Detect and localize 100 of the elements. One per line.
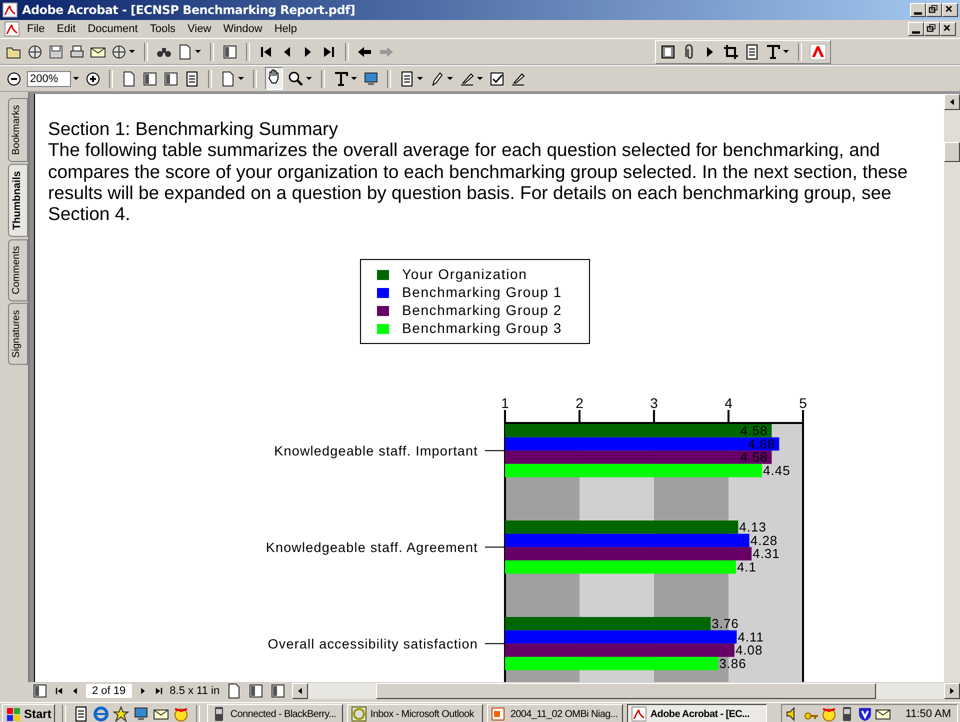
- taskbar-button[interactable]: Adobe Acrobat - [EC...: [627, 704, 768, 722]
- continuous-page-icon[interactable]: [248, 683, 264, 699]
- facing-pages-icon[interactable]: [270, 683, 286, 699]
- menu-item[interactable]: Tools: [144, 23, 181, 35]
- rotate-page-icon[interactable]: [220, 70, 236, 86]
- data-label: 4.1: [736, 560, 757, 575]
- category-label: Knowledgeable staff. Important: [274, 444, 478, 460]
- close-button[interactable]: [942, 3, 958, 17]
- magnifier-icon[interactable]: [288, 70, 304, 86]
- scroll-right-button[interactable]: [944, 683, 960, 699]
- data-label: 3.76: [712, 616, 739, 632]
- shield-icon[interactable]: [857, 706, 874, 722]
- side-tab[interactable]: Signatures: [8, 303, 28, 366]
- side-tab[interactable]: Comments: [8, 238, 28, 302]
- axis-tick-label: 2: [576, 395, 584, 412]
- menu-item[interactable]: Help: [269, 23, 302, 35]
- data-label: 4.28: [750, 533, 778, 548]
- pen-icon[interactable]: [459, 70, 475, 86]
- globe-icon[interactable]: [111, 44, 127, 60]
- restore-button[interactable]: [926, 3, 942, 17]
- note-icon[interactable]: [399, 70, 415, 86]
- browser-icon[interactable]: [93, 706, 110, 722]
- menu-item[interactable]: File: [22, 23, 50, 35]
- side-tab[interactable]: Bookmarks: [8, 98, 28, 162]
- scrollbar-thumb[interactable]: [944, 142, 960, 162]
- last-page-icon[interactable]: [154, 686, 164, 696]
- adobe-logo-icon[interactable]: [810, 44, 826, 60]
- data-label: 4.08: [735, 643, 763, 658]
- page-icon[interactable]: [184, 70, 200, 86]
- data-label: 4.58: [740, 423, 768, 438]
- crop-icon[interactable]: [723, 44, 739, 60]
- acrobat-logo-icon: [2, 2, 18, 18]
- start-button[interactable]: Start: [2, 704, 56, 722]
- panel-icon[interactable]: [222, 44, 238, 60]
- data-label: 4.45: [763, 463, 790, 478]
- minimize-button[interactable]: [910, 3, 926, 17]
- clock: 11:50 AM: [905, 708, 951, 720]
- minimize-icon: [912, 30, 920, 34]
- restore-button[interactable]: [924, 22, 940, 36]
- axis-tick: [484, 547, 506, 548]
- axis-tick: [484, 644, 506, 645]
- data-label: 4.68: [748, 436, 776, 452]
- menu-item[interactable]: View: [182, 23, 216, 35]
- taskbar-button[interactable]: 2004_11_02 OMBi Niag...: [487, 704, 624, 722]
- axis-tick-label: 4: [724, 395, 732, 412]
- app-icon: [631, 706, 648, 722]
- legend-label: Your Organization: [402, 266, 528, 284]
- section-heading: Section 1: Benchmarking Summary: [48, 118, 339, 140]
- first-page-icon[interactable]: [54, 686, 64, 696]
- close-button[interactable]: [940, 22, 956, 36]
- snapshot-icon[interactable]: [363, 70, 379, 86]
- category-label: Knowledgeable staff. Agreement: [266, 540, 478, 556]
- text-icon[interactable]: [765, 44, 781, 60]
- split-icon[interactable]: [32, 683, 48, 699]
- legend-label: Benchmarking Group 2: [402, 302, 562, 320]
- page-icon[interactable]: [142, 70, 158, 86]
- page-icon[interactable]: [163, 70, 179, 86]
- printer-icon[interactable]: [69, 44, 85, 60]
- axis-tick-label: 3: [650, 395, 658, 412]
- save-icon[interactable]: [48, 44, 64, 60]
- app-icon: [351, 706, 368, 722]
- note-icon[interactable]: [744, 44, 760, 60]
- data-label: 4.11: [738, 630, 764, 645]
- sign-icon[interactable]: [510, 70, 526, 86]
- globe-icon[interactable]: [27, 44, 43, 60]
- windows-logo-icon: [6, 706, 22, 722]
- zoom-field[interactable]: 200%: [27, 70, 71, 86]
- paragraph: The following table summarizes the overall average for each question selected for benchmarking, and compares the score of your organization to each benchmarking group selected. In the next section, these results will be expanded on a question by question basis. For details on each benchmarking group, see Section 4.: [48, 139, 909, 224]
- data-label: 4.13: [739, 520, 766, 535]
- category-label: Overall accessibility satisfaction: [268, 637, 478, 652]
- text-select-icon[interactable]: [333, 70, 349, 86]
- notepad-icon[interactable]: [73, 706, 90, 722]
- page-icon[interactable]: [121, 70, 137, 86]
- data-label: 4.58: [740, 450, 768, 466]
- zoom-in-icon[interactable]: [85, 70, 101, 86]
- spellcheck-icon[interactable]: [489, 70, 505, 86]
- axis-tick-label: 5: [799, 395, 807, 412]
- app-icon: [491, 706, 508, 722]
- axis-tick: [484, 450, 506, 452]
- star-icon[interactable]: [113, 706, 130, 722]
- minimize-icon: [914, 12, 922, 14]
- restore-icon: [926, 23, 938, 35]
- page-number-field[interactable]: 2 of 19: [86, 684, 132, 698]
- legend-label: Benchmarking Group 1: [402, 284, 562, 302]
- zoom-out-icon[interactable]: [6, 70, 22, 86]
- page-size-label: 8.5 x 11 in: [170, 685, 220, 697]
- minimize-button[interactable]: [908, 22, 924, 36]
- taskbar-button[interactable]: Connected - BlackBerry...: [207, 704, 344, 722]
- monitor-icon[interactable]: [133, 706, 150, 722]
- scrollbar-thumb[interactable]: [376, 683, 876, 699]
- scroll-left-button[interactable]: [292, 683, 308, 699]
- taskbar-button[interactable]: Inbox - Microsoft Outlook: [347, 704, 484, 722]
- restore-icon: [928, 4, 940, 16]
- window-title: Adobe Acrobat - [ECNSP Benchmarking Report.pdf]: [22, 3, 356, 17]
- scroll-up-button[interactable]: [944, 94, 960, 110]
- menu-item[interactable]: Window: [218, 23, 268, 35]
- menu-item[interactable]: Edit: [52, 23, 81, 35]
- menu-item[interactable]: Document: [82, 23, 143, 35]
- data-label: 3.86: [719, 656, 746, 672]
- side-tab[interactable]: Thumbnails: [8, 164, 28, 237]
